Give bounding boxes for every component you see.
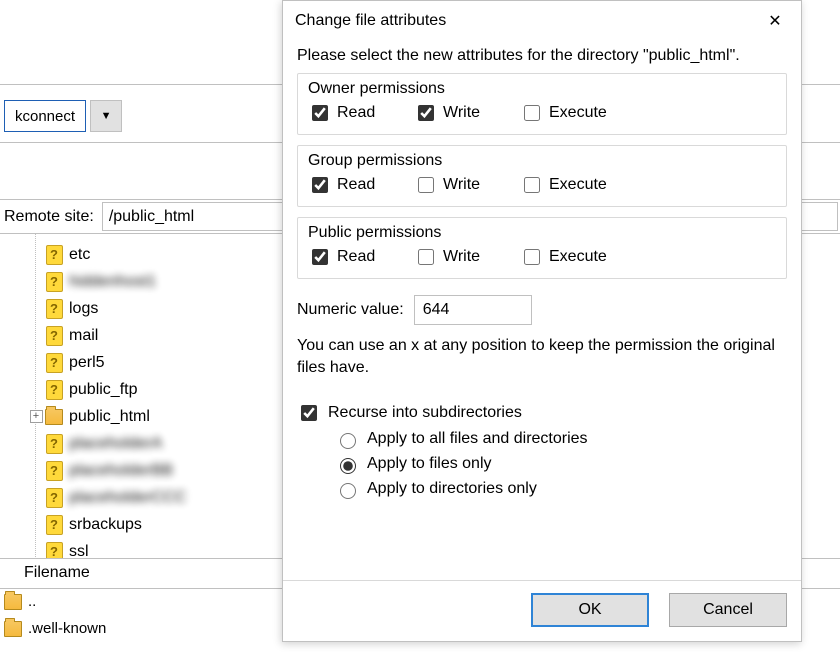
quickconnect-label: kconnect [15,108,75,125]
numeric-hint: You can use an x at any position to keep… [297,335,787,380]
dialog-titlebar: Change file attributes ✕ [283,1,801,37]
recurse-files-radio[interactable]: Apply to files only [297,455,787,474]
recurse-checkbox[interactable]: Recurse into subdirectories [297,402,787,424]
unknown-icon: ? [45,543,63,560]
remote-site-label: Remote site: [2,208,102,226]
public-read-checkbox[interactable]: Read [308,246,402,268]
public-perm-group: Public permissions Read Write Execute [297,217,787,279]
cancel-button[interactable]: Cancel [669,593,787,627]
chevron-down-icon: ▼ [101,110,112,122]
recurse-dirs-radio[interactable]: Apply to directories only [297,480,787,499]
tree-item-label: logs [69,300,98,318]
unknown-icon: ? [45,516,63,534]
numeric-value-input[interactable] [414,295,532,325]
dialog-intro: Please select the new attributes for the… [297,47,787,65]
tree-item-label: srbackups [69,516,142,534]
unknown-icon: ? [45,489,63,507]
unknown-icon: ? [45,354,63,372]
folder-icon [45,408,63,426]
file-attributes-dialog: Change file attributes ✕ Please select t… [282,0,802,642]
tree-item-label: etc [69,246,90,264]
dialog-title: Change file attributes [295,12,446,30]
dialog-button-row: OK Cancel [283,580,801,641]
unknown-icon: ? [45,462,63,480]
group-write-checkbox[interactable]: Write [414,174,508,196]
public-execute-checkbox[interactable]: Execute [520,246,614,268]
tree-item-label: hiddenhost1 [69,273,156,291]
tree-item-label: perl5 [69,354,105,372]
group-perm-title: Group permissions [308,152,776,170]
folder-icon [4,593,22,611]
folder-icon [4,620,22,638]
recurse-all-radio[interactable]: Apply to all files and directories [297,430,787,449]
tree-expander-icon[interactable]: + [27,410,45,423]
group-perm-group: Group permissions Read Write Execute [297,145,787,207]
recurse-group: Recurse into subdirectories Apply to all… [297,396,787,505]
tree-item-label: ssl [69,543,89,560]
ok-button[interactable]: OK [531,593,649,627]
owner-read-checkbox[interactable]: Read [308,102,402,124]
unknown-icon: ? [45,246,63,264]
owner-execute-checkbox[interactable]: Execute [520,102,614,124]
numeric-value-row: Numeric value: [297,295,787,325]
unknown-icon: ? [45,381,63,399]
tree-item-label: public_ftp [69,381,138,399]
owner-perm-group: Owner permissions Read Write Execute [297,73,787,135]
tree-item-label: mail [69,327,98,345]
quickconnect-dropdown[interactable]: ▼ [90,100,122,132]
group-execute-checkbox[interactable]: Execute [520,174,614,196]
owner-write-checkbox[interactable]: Write [414,102,508,124]
tree-item-label: placeholderBB [69,462,173,480]
unknown-icon: ? [45,327,63,345]
group-read-checkbox[interactable]: Read [308,174,402,196]
owner-perm-title: Owner permissions [308,80,776,98]
tree-item-label: placeholderCCC [69,489,186,507]
close-icon[interactable]: ✕ [761,9,789,33]
numeric-value-label: Numeric value: [297,301,404,319]
quickconnect-button[interactable]: kconnect [4,100,86,132]
unknown-icon: ? [45,435,63,453]
unknown-icon: ? [45,273,63,291]
public-perm-title: Public permissions [308,224,776,242]
dialog-body: Please select the new attributes for the… [283,37,801,580]
public-write-checkbox[interactable]: Write [414,246,508,268]
tree-item-label: public_html [69,408,150,426]
unknown-icon: ? [45,300,63,318]
tree-item-label: placeholderA [69,435,162,453]
